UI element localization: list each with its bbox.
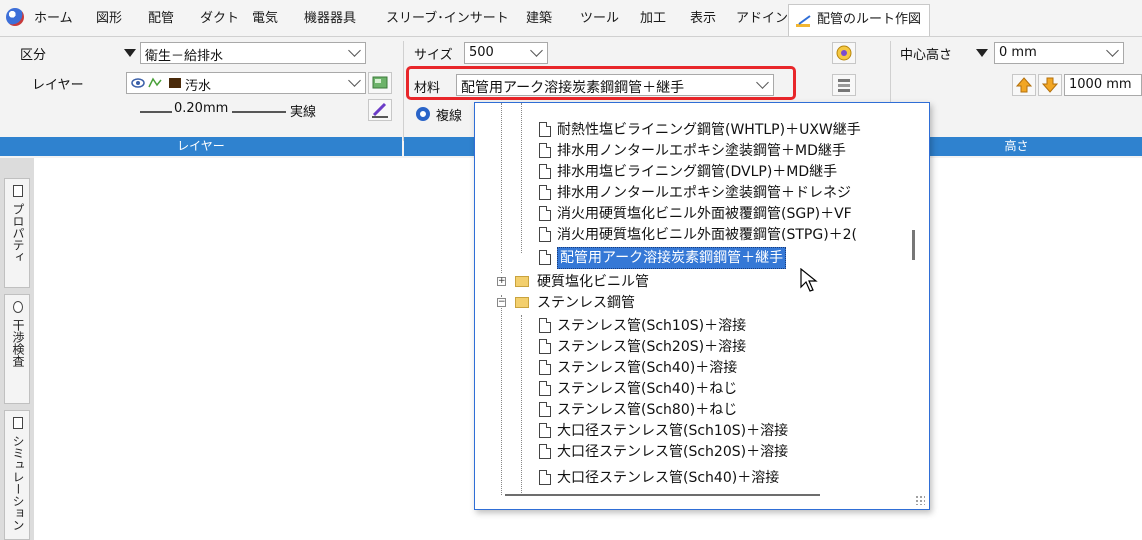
tab-processing[interactable]: 加工 (640, 9, 666, 29)
document-icon (539, 250, 551, 265)
vtab-properties-label: プロパティ (11, 203, 25, 263)
tab-pipe-route-draw[interactable]: 配管のルート作図 (788, 4, 931, 36)
kubun-value: 衛生－給排水 (145, 49, 224, 64)
layer-settings-button[interactable] (368, 72, 392, 94)
multiline-radio[interactable] (416, 107, 430, 121)
kubun-combo[interactable]: 衛生－給排水 (140, 42, 366, 64)
ribbon-tab-bar: ホーム 図形 配管 ダクト 電気 機器器具 スリーブ･インサート 建築 ツール … (0, 0, 1142, 36)
line-width-sample (140, 111, 172, 113)
vtab-interference-label: 干渉検査 (11, 319, 25, 367)
tree-guide-line (501, 103, 502, 273)
line-width-value: 0.20mm (174, 101, 229, 116)
document-icon (539, 206, 551, 221)
chevron-down-icon (348, 44, 361, 57)
material-dropdown-list[interactable]: 耐熱性塩ビライニング鋼管(WHTLP)＋UXW継手 排水用ノンタールエポキシ塗装… (474, 102, 930, 510)
pipe-size-icon (836, 45, 852, 61)
document-icon (539, 423, 551, 438)
chevron-down-icon (1106, 44, 1119, 57)
vertical-scrollbar-thumb[interactable] (912, 230, 915, 260)
size-label: サイズ (414, 48, 453, 63)
document-icon (539, 339, 551, 354)
line-style-button[interactable] (368, 99, 392, 121)
collapse-minus-icon[interactable]: − (497, 298, 506, 307)
layer-color-swatch (169, 78, 181, 88)
pen-icon (372, 102, 388, 118)
mouse-cursor-icon (800, 268, 818, 292)
arrow-up-icon (1015, 77, 1033, 93)
tab-view[interactable]: 表示 (690, 9, 716, 29)
properties-icon (13, 185, 23, 197)
document-icon (539, 402, 551, 417)
height-up-button[interactable] (1012, 74, 1036, 96)
tab-electric[interactable]: 電気 (252, 9, 278, 29)
material-highlight-box (406, 66, 796, 100)
app-logo-icon[interactable] (6, 8, 24, 26)
layer-value: 汚水 (185, 79, 212, 94)
tab-addin[interactable]: アドイン (736, 9, 788, 29)
arrow-down-icon (1041, 77, 1059, 93)
height-down-button[interactable] (1038, 74, 1062, 96)
tab-pipe-route-label: 配管のルート作図 (817, 12, 922, 27)
height-filter-dropdown-icon[interactable] (976, 49, 988, 57)
pipe-route-icon (796, 15, 811, 27)
document-icon (539, 470, 551, 485)
simulation-icon (13, 417, 23, 429)
horizontal-scrollbar[interactable] (505, 494, 820, 496)
height-step-value: 1000 mm (1069, 77, 1132, 92)
tab-sleeve-insert[interactable]: スリーブ･インサート (386, 9, 509, 29)
vtab-properties[interactable]: プロパティ (4, 178, 30, 288)
tab-equipment[interactable]: 機器器具 (304, 9, 356, 29)
document-icon (539, 318, 551, 333)
document-icon (539, 122, 551, 137)
tree-guide-line (521, 103, 522, 253)
tree-guide-line (501, 295, 502, 495)
tab-architecture[interactable]: 建築 (526, 9, 552, 29)
document-icon (539, 143, 551, 158)
multiline-label: 複線 (436, 109, 463, 124)
document-icon (539, 360, 551, 375)
vtab-interference-check[interactable]: 干渉検査 (4, 294, 30, 404)
interference-icon (13, 301, 23, 313)
layer-combo[interactable]: 汚水 (126, 72, 366, 94)
left-dock-panel: プロパティ 干渉検査 シミュレーション (0, 158, 34, 540)
chevron-down-icon (348, 74, 361, 87)
tab-piping[interactable]: 配管 (148, 9, 174, 29)
folder-open-icon (515, 297, 529, 308)
document-icon (539, 381, 551, 396)
expand-plus-icon[interactable]: + (497, 277, 506, 286)
eye-icon (131, 77, 162, 88)
tab-shapes[interactable]: 図形 (96, 9, 122, 29)
height-step-input[interactable]: 1000 mm (1064, 74, 1142, 96)
layer-label: レイヤー (32, 78, 84, 93)
center-height-value: 0 mm (999, 45, 1037, 60)
tab-tools[interactable]: ツール (580, 9, 619, 29)
center-height-combo[interactable]: 0 mm (994, 42, 1124, 64)
line-type-sample (232, 111, 286, 113)
tab-home[interactable]: ホーム (34, 9, 73, 29)
group-divider (403, 41, 404, 141)
chevron-down-icon (530, 44, 543, 57)
document-icon (539, 164, 551, 179)
layer-picture-icon (372, 76, 388, 89)
folder-icon (515, 276, 529, 287)
vtab-simulation[interactable]: シミュレーション (4, 410, 30, 540)
document-icon (539, 444, 551, 459)
line-type-value: 実線 (290, 105, 317, 120)
document-icon (539, 227, 551, 242)
tab-duct[interactable]: ダクト (200, 9, 239, 29)
kubun-label: 区分 (20, 48, 47, 63)
vtab-simulation-label: シミュレーション (11, 435, 25, 531)
size-value: 500 (469, 45, 494, 60)
material-list-icon (838, 79, 850, 92)
kubun-filter-dropdown-icon[interactable] (124, 49, 136, 57)
center-height-label: 中心高さ (900, 48, 953, 63)
document-icon (539, 185, 551, 200)
tree-guide-line (521, 315, 522, 495)
material-settings-button[interactable] (832, 74, 856, 96)
size-preset-button[interactable] (832, 42, 856, 64)
size-combo[interactable]: 500 (464, 42, 548, 64)
layer-group-footer: レイヤー (0, 137, 402, 156)
resize-grip-icon[interactable] (915, 495, 925, 505)
